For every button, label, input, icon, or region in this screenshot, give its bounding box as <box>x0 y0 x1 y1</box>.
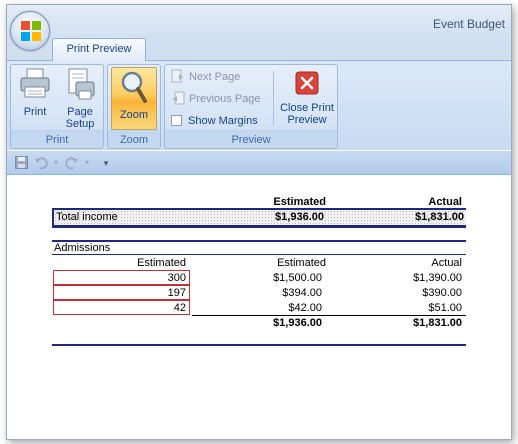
admissions-qty-header: Estimated <box>137 257 186 269</box>
quick-access-toolbar: ▾ ▾ ▾ <box>7 151 511 175</box>
admissions-total-row: $1,936.00 $1,831.00 <box>52 316 466 330</box>
print-button[interactable]: Print <box>15 67 55 118</box>
previous-page-label: Previous Page <box>189 93 261 105</box>
office-button[interactable] <box>10 11 50 51</box>
admissions-qty-cell: 300 <box>167 272 186 284</box>
print-group-label: Print <box>45 134 69 146</box>
admissions-actual-header: Actual <box>431 257 462 269</box>
section-bottom-rule <box>52 344 466 346</box>
admissions-total-estimated: $1,936.00 <box>273 317 322 329</box>
page-setup-label-line2: Setup <box>65 118 95 130</box>
summary-actual-header: Actual <box>428 196 462 208</box>
show-margins-check-icon <box>171 114 182 126</box>
previous-page-button[interactable]: Previous Page <box>171 90 261 108</box>
undo-icon[interactable] <box>34 156 48 170</box>
magnifier-icon <box>121 71 147 103</box>
total-income-row: Total income $1,936.00 $1,831.00 <box>52 210 466 225</box>
page-setup-button[interactable]: Page Setup <box>59 67 101 130</box>
admissions-actual-cell: $51.00 <box>428 302 462 314</box>
total-income-actual: $1,831.00 <box>415 211 464 223</box>
save-icon[interactable] <box>14 156 28 170</box>
summary-header-row: Estimated Actual <box>52 195 466 209</box>
preview-group-label: Preview <box>231 134 271 146</box>
admissions-estimated-cell: $42.00 <box>288 302 322 314</box>
next-page-button[interactable]: Next Page <box>171 68 240 86</box>
admissions-estimated-cell: $394.00 <box>282 287 322 299</box>
show-margins-label: Show Margins <box>188 115 258 127</box>
admissions-qty-cell: 42 <box>173 302 186 314</box>
zoom-group-label: Zoom <box>119 134 149 146</box>
admissions-qty-cell: 197 <box>167 287 186 299</box>
close-print-preview-button[interactable]: Close Print Preview <box>277 69 337 126</box>
summary-estimated-header: Estimated <box>273 196 326 208</box>
tab-print-preview[interactable]: Print Preview <box>52 38 146 61</box>
redo-icon[interactable] <box>65 156 79 170</box>
redo-dropdown-icon[interactable]: ▾ <box>80 156 94 170</box>
admissions-actual-cell: $390.00 <box>422 287 462 299</box>
office-logo-icon <box>21 21 41 41</box>
admissions-title: Admissions <box>54 242 111 254</box>
next-page-label: Next Page <box>189 71 241 83</box>
admissions-total-actual: $1,831.00 <box>413 317 462 329</box>
print-group: Print Page Setup Print <box>10 64 104 149</box>
total-income-label: Total income <box>56 211 118 223</box>
admissions-actual-cell: $1,390.00 <box>413 272 462 284</box>
printer-icon <box>20 68 50 98</box>
next-page-icon <box>171 69 185 83</box>
zoom-button[interactable]: Zoom <box>111 67 157 130</box>
show-margins-checkbox[interactable]: Show Margins <box>171 112 258 130</box>
ribbon: Print Page Setup Print Zoom Zoom Next Pa… <box>7 60 511 150</box>
zoom-group: Zoom Zoom <box>107 64 161 149</box>
admissions-title-rule <box>52 254 466 255</box>
page-setup-label-line1: Page <box>67 106 93 118</box>
admissions-column-header-row: Estimated Estimated Actual <box>52 256 466 270</box>
admissions-title-row: Admissions <box>52 241 466 255</box>
zoom-button-label: Zoom <box>119 109 149 121</box>
admissions-estimated-header: Estimated <box>277 257 326 269</box>
preview-group-separator <box>273 71 274 125</box>
previous-page-icon <box>171 91 185 105</box>
table-row: 42 $42.00 $51.00 <box>52 300 466 315</box>
customize-icon[interactable]: ▾ <box>99 156 113 170</box>
close-print-preview-label-line1: Close Print <box>280 102 334 114</box>
undo-dropdown-icon[interactable]: ▾ <box>49 156 63 170</box>
total-income-estimated: $1,936.00 <box>275 211 324 223</box>
close-icon <box>295 71 319 95</box>
window-title: Event Budget <box>432 17 505 31</box>
close-print-preview-label-line2: Preview <box>287 114 327 126</box>
table-row: 197 $394.00 $390.00 <box>52 285 466 300</box>
admissions-estimated-cell: $1,500.00 <box>273 272 322 284</box>
preview-group: Next Page Previous Page Show Margins Clo… <box>164 64 338 149</box>
total-income-bottom-rule <box>52 225 466 228</box>
page-setup-icon <box>68 68 95 100</box>
title-bar: Event Budget <box>7 5 511 39</box>
print-button-label: Print <box>23 106 47 118</box>
table-row: 300 $1,500.00 $1,390.00 <box>52 270 466 285</box>
